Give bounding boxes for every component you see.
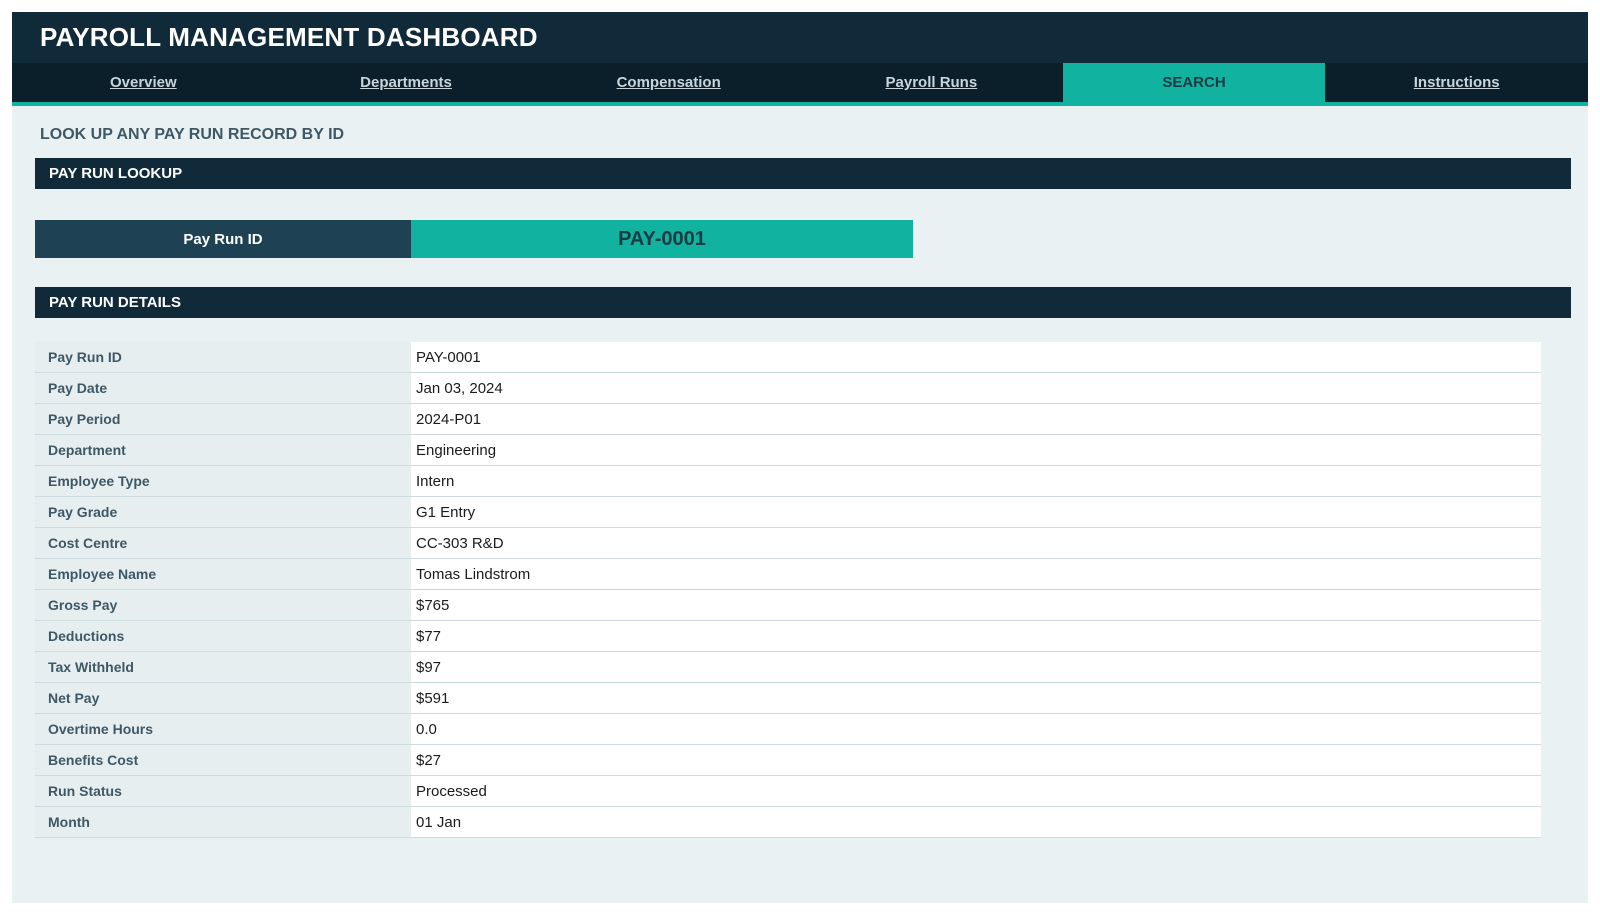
tab-departments[interactable]: Departments <box>275 63 538 102</box>
field-value: $27 <box>411 744 1541 776</box>
field-value: $97 <box>411 651 1541 683</box>
table-row: Pay Date Jan 03, 2024 <box>35 372 1541 404</box>
field-label: Deductions <box>35 620 411 652</box>
dashboard-frame: PAYROLL MANAGEMENT DASHBOARD Overview De… <box>12 12 1588 903</box>
pay-run-id-input[interactable] <box>411 220 913 258</box>
table-row: Pay Run ID PAY-0001 <box>35 342 1541 373</box>
tab-overview[interactable]: Overview <box>12 63 275 102</box>
details-section-header: PAY RUN DETAILS <box>35 287 1571 318</box>
table-row: Run Status Processed <box>35 775 1541 807</box>
nav-bar: Overview Departments Compensation Payrol… <box>12 63 1588 106</box>
field-label: Overtime Hours <box>35 713 411 745</box>
field-value: Intern <box>411 465 1541 497</box>
field-value: $765 <box>411 589 1541 621</box>
field-value: 01 Jan <box>411 806 1541 838</box>
table-row: Net Pay $591 <box>35 682 1541 714</box>
dashboard-title: PAYROLL MANAGEMENT DASHBOARD <box>40 22 538 52</box>
field-value: $591 <box>411 682 1541 714</box>
title-bar: PAYROLL MANAGEMENT DASHBOARD <box>12 12 1588 63</box>
field-label: Tax Withheld <box>35 651 411 683</box>
tab-instructions[interactable]: Instructions <box>1325 63 1588 102</box>
table-row: Pay Period 2024-P01 <box>35 403 1541 435</box>
field-label: Employee Name <box>35 558 411 590</box>
field-label: Pay Period <box>35 403 411 435</box>
field-label: Benefits Cost <box>35 744 411 776</box>
field-label: Net Pay <box>35 682 411 714</box>
field-label: Gross Pay <box>35 589 411 621</box>
field-label: Pay Grade <box>35 496 411 528</box>
field-label: Cost Centre <box>35 527 411 559</box>
table-row: Month 01 Jan <box>35 806 1541 838</box>
field-value: G1 Entry <box>411 496 1541 528</box>
lookup-row: Pay Run ID <box>35 220 1588 258</box>
table-row: Tax Withheld $97 <box>35 651 1541 683</box>
tab-payroll-runs[interactable]: Payroll Runs <box>800 63 1063 102</box>
table-row: Department Engineering <box>35 434 1541 466</box>
field-value: $77 <box>411 620 1541 652</box>
field-value: CC-303 R&D <box>411 527 1541 559</box>
tab-compensation[interactable]: Compensation <box>537 63 800 102</box>
details-table: Pay Run ID PAY-0001 Pay Date Jan 03, 2024 Pa… <box>35 342 1541 838</box>
tab-search[interactable]: SEARCH <box>1062 63 1326 102</box>
field-value: Engineering <box>411 434 1541 466</box>
details-table-body: Pay Run ID PAY-0001 Pay Date Jan 03, 2024 Pa… <box>35 342 1541 838</box>
table-row: Gross Pay $765 <box>35 589 1541 621</box>
lookup-section-header: PAY RUN LOOKUP <box>35 158 1571 189</box>
page-subtitle: LOOK UP ANY PAY RUN RECORD BY ID <box>40 126 345 143</box>
field-label: Month <box>35 806 411 838</box>
table-row: Pay Grade G1 Entry <box>35 496 1541 528</box>
field-label: Employee Type <box>35 465 411 497</box>
field-value: 0.0 <box>411 713 1541 745</box>
field-value: Jan 03, 2024 <box>411 372 1541 404</box>
field-value: PAY-0001 <box>411 342 1541 373</box>
field-label: Run Status <box>35 775 411 807</box>
field-value: Processed <box>411 775 1541 807</box>
field-value: 2024-P01 <box>411 403 1541 435</box>
table-row: Employee Type Intern <box>35 465 1541 497</box>
table-row: Overtime Hours 0.0 <box>35 713 1541 745</box>
table-row: Benefits Cost $27 <box>35 744 1541 776</box>
pay-run-id-label: Pay Run ID <box>35 220 411 258</box>
field-label: Department <box>35 434 411 466</box>
field-value: Tomas Lindstrom <box>411 558 1541 590</box>
table-row: Cost Centre CC-303 R&D <box>35 527 1541 559</box>
table-row: Employee Name Tomas Lindstrom <box>35 558 1541 590</box>
table-row: Deductions $77 <box>35 620 1541 652</box>
field-label: Pay Run ID <box>35 342 411 373</box>
field-label: Pay Date <box>35 372 411 404</box>
